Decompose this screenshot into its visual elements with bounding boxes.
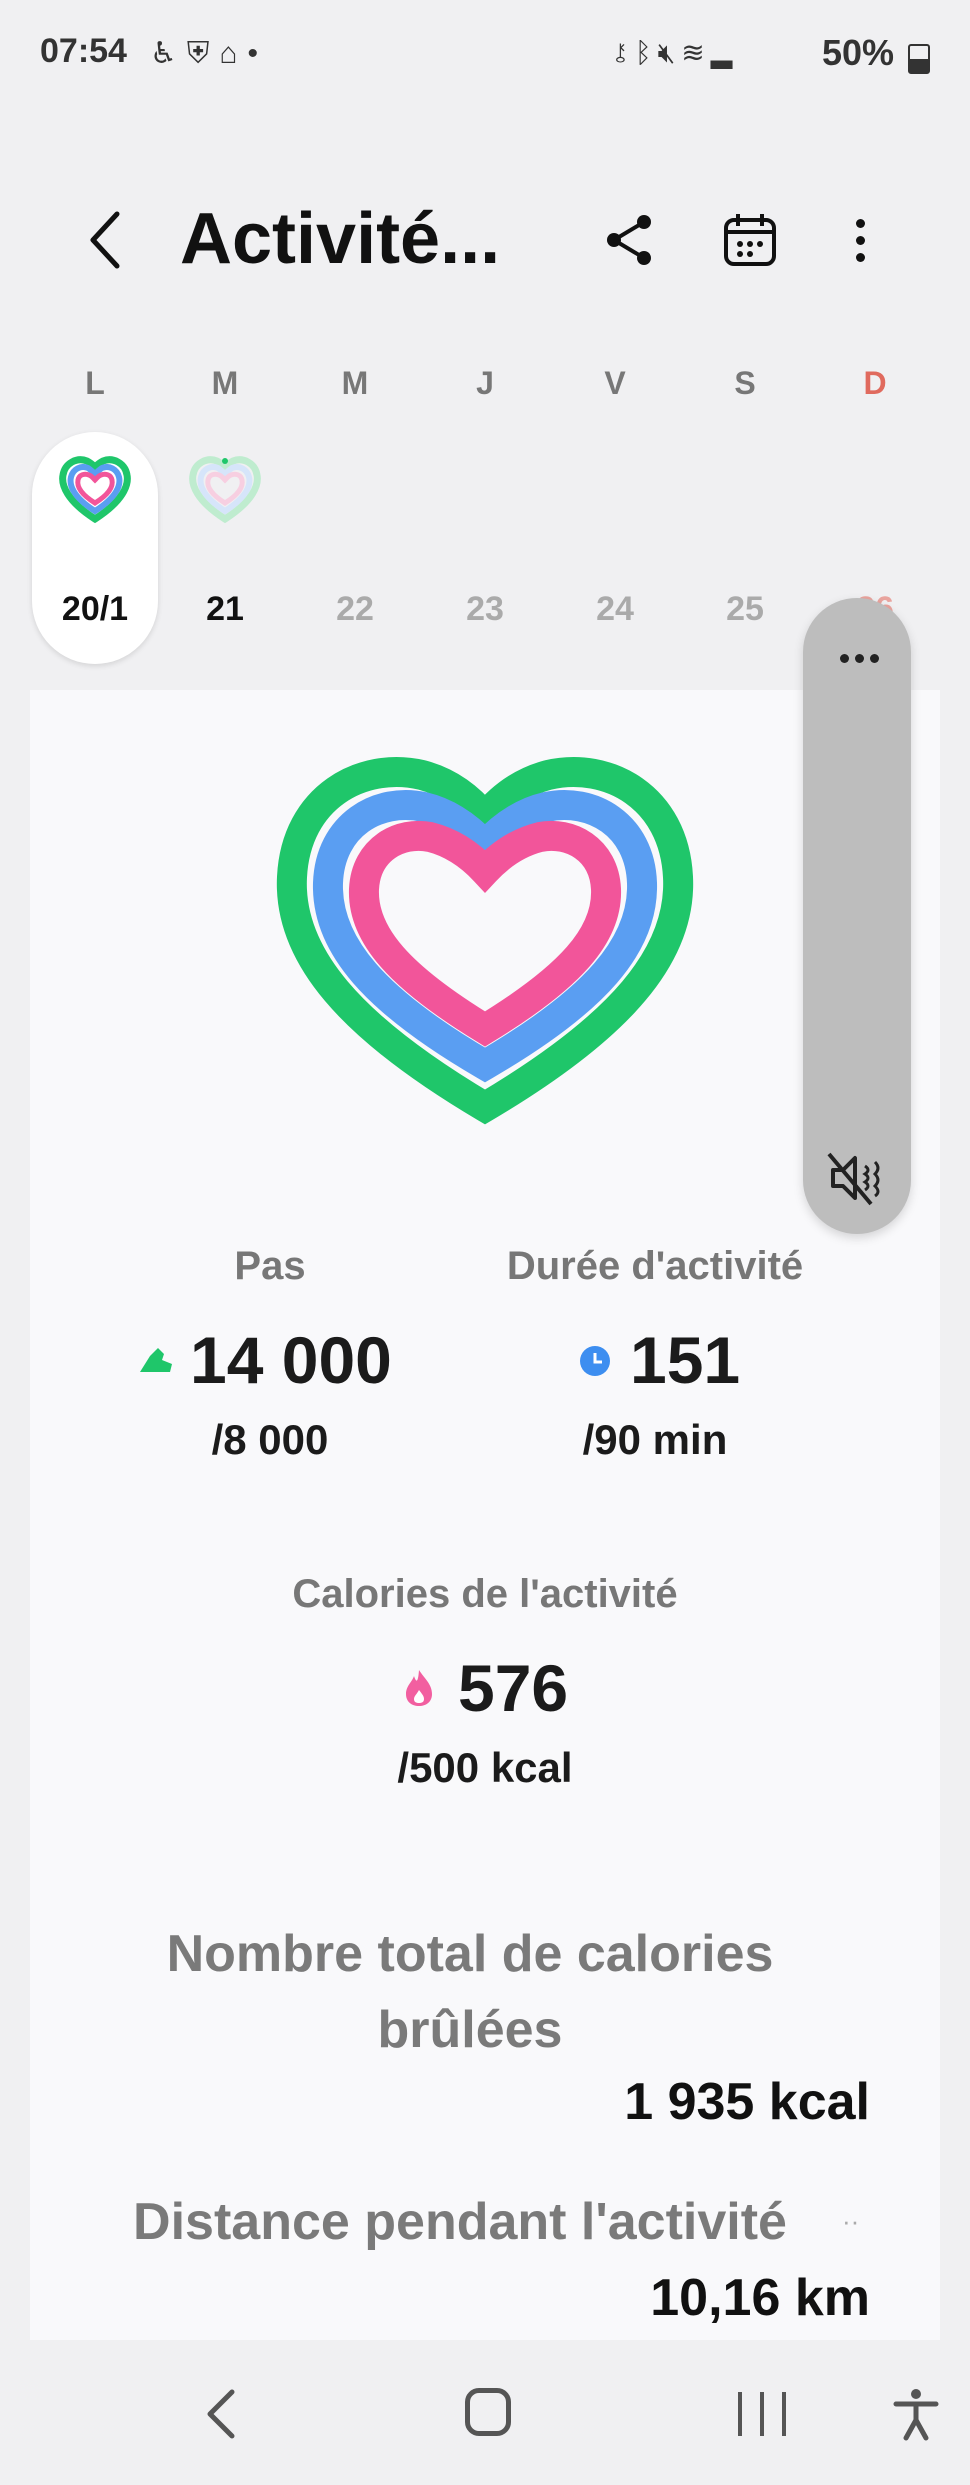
- distance-value: 10,16 km: [650, 2269, 870, 2327]
- battery-percent: 50%: [822, 32, 895, 73]
- active-time-goal: /90 min: [582, 1416, 728, 1463]
- day-heart-icon: [59, 456, 131, 524]
- steps-goal: /8 000: [211, 1416, 329, 1463]
- day-letter: M: [341, 365, 369, 401]
- flame-icon: [406, 1670, 432, 1706]
- nav-back-button[interactable]: [200, 2386, 240, 2442]
- mute-icon: 🔇︎: [657, 37, 682, 68]
- share-icon: [607, 215, 651, 265]
- calendar-button[interactable]: [720, 210, 780, 270]
- active-time-label: Durée d'activité: [506, 1244, 804, 1288]
- shield-icon: ⛨: [186, 37, 220, 70]
- ellipsis-icon: ··: [842, 2206, 860, 2236]
- share-button[interactable]: [600, 210, 660, 270]
- steps-value: 14 000: [190, 1323, 392, 1397]
- day-letter: J: [476, 365, 494, 401]
- more-options-button[interactable]: [840, 210, 880, 270]
- key-icon: ⚷: [612, 37, 635, 68]
- day-letter: S: [734, 365, 756, 401]
- active-time-value: 151: [630, 1323, 741, 1397]
- day-date: 20/1: [61, 590, 129, 628]
- day-date[interactable]: 22: [300, 590, 410, 629]
- total-calories-value: 1 935 kcal: [624, 2073, 870, 2131]
- calendar-icon: [724, 214, 776, 266]
- status-time: 07:54: [40, 32, 127, 70]
- volume-mute-icon[interactable]: [825, 1146, 889, 1210]
- activity-rings-heart: [276, 757, 694, 1125]
- day-letter: M: [211, 365, 239, 401]
- back-button[interactable]: [80, 210, 130, 270]
- dot-icon: •: [247, 37, 269, 70]
- system-nav-bar: [0, 2340, 970, 2485]
- app-header: Activité...: [0, 180, 970, 300]
- shoe-icon: [140, 1348, 172, 1372]
- calories-value: 576: [458, 1651, 569, 1725]
- distance-label: Distance pendant l'activité: [133, 2193, 787, 2251]
- broadcast-icon: ⌂: [219, 37, 248, 70]
- day-heart-icon: [189, 456, 261, 524]
- status-left-icons: ♿︎⛨⌂•: [150, 36, 268, 71]
- status-bar: 07:54 ♿︎⛨⌂• ⚷ᛒ🔇︎≋▂ 50%: [0, 0, 970, 110]
- accessibility-icon: ♿︎: [150, 37, 187, 70]
- day-letter: V: [604, 365, 626, 401]
- day-date[interactable]: 21: [170, 590, 280, 629]
- day-date[interactable]: 25: [690, 590, 800, 629]
- calories-label: Calories de l'activité: [292, 1572, 678, 1616]
- day-date[interactable]: 23: [430, 590, 540, 629]
- battery-icon: [908, 44, 930, 74]
- day-date[interactable]: 24: [560, 590, 670, 629]
- chevron-left-icon: [90, 211, 120, 269]
- floating-sound-panel[interactable]: [803, 598, 911, 1234]
- page-title: Activité...: [180, 199, 501, 279]
- wifi-icon: ≋: [681, 37, 711, 68]
- nav-home-button[interactable]: [465, 2388, 511, 2436]
- day-letter: L: [85, 365, 105, 401]
- panel-more-button[interactable]: [839, 648, 879, 668]
- accessibility-button[interactable]: [888, 2386, 944, 2442]
- total-calories-label: Nombre total de calories brûlées: [166, 1925, 774, 2059]
- signal-icon: ▂: [710, 37, 739, 68]
- day-letter: D: [863, 365, 887, 401]
- nav-recent-apps-button[interactable]: [738, 2392, 786, 2436]
- calories-goal: /500 kcal: [397, 1744, 573, 1791]
- clock-icon: [580, 1346, 610, 1376]
- status-right-icons: ⚷ᛒ🔇︎≋▂: [612, 36, 738, 70]
- bluetooth-icon: ᛒ: [634, 37, 658, 68]
- steps-label: Pas: [234, 1244, 306, 1288]
